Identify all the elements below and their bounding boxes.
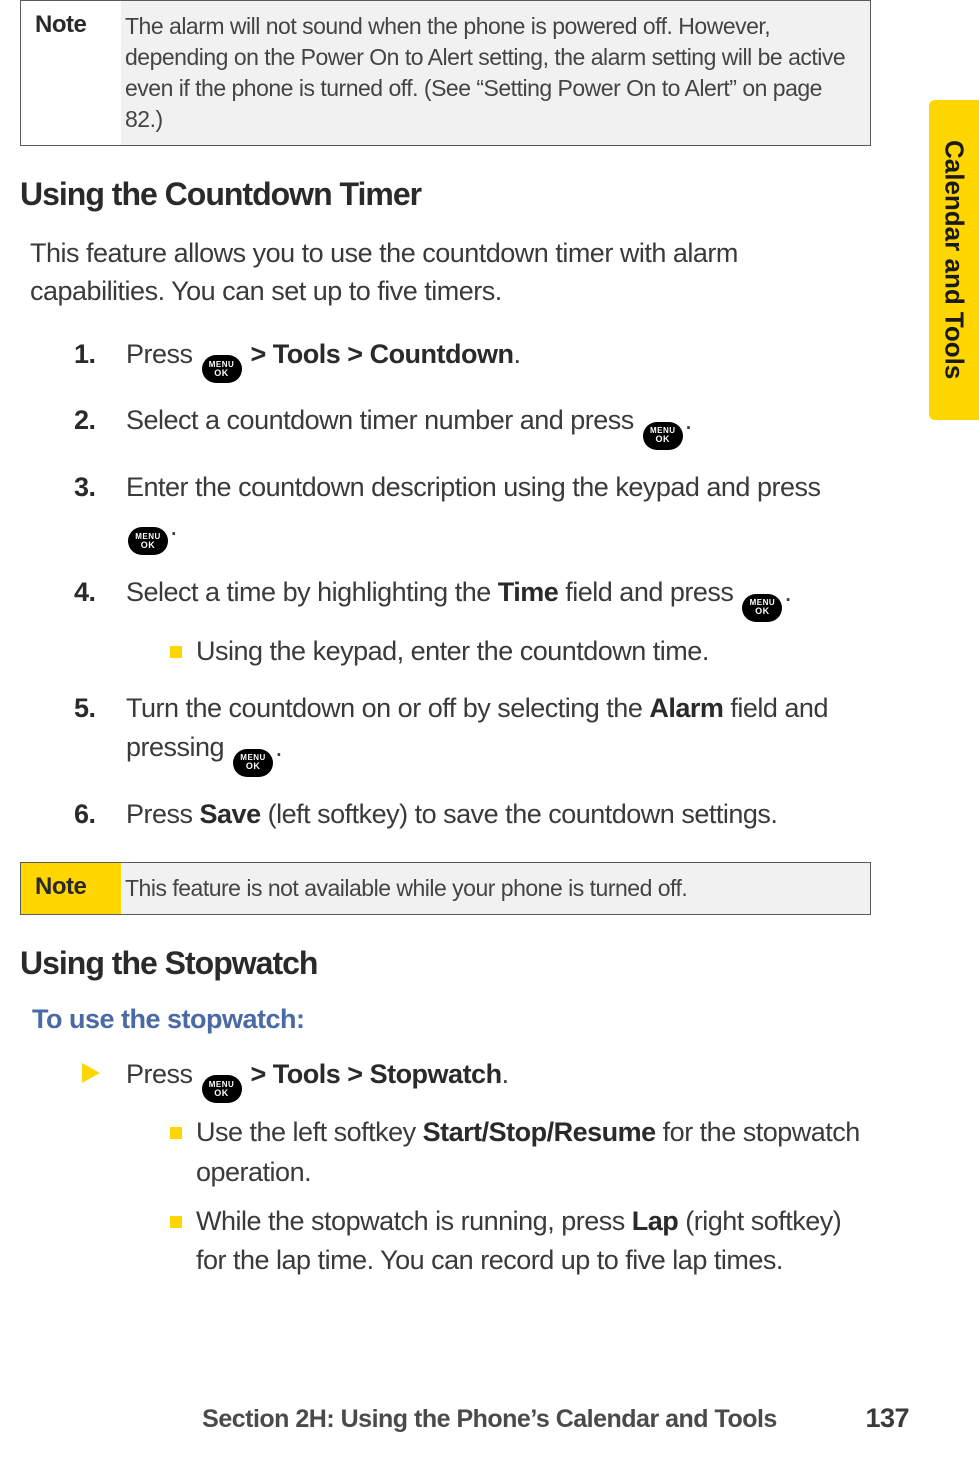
text: . [502,1059,509,1089]
text: Enter the countdown description using th… [126,472,820,502]
footer-text: Section 2H: Using the Phone’s Calendar a… [202,1405,777,1433]
side-tab-label: Calendar and Tools [939,140,970,379]
intro-countdown: This feature allows you to use the count… [30,235,861,311]
sub-item: While the stopwatch is running, press La… [170,1202,861,1280]
heading-stopwatch: Using the Stopwatch [20,945,951,982]
note-body: The alarm will not sound when the phone … [121,1,870,145]
arrow-step: Press MENUOK > Tools > Stopwatch. Use th… [78,1055,861,1280]
icon-bottom: OK [246,762,261,771]
bold-text: > Tools > Countdown [244,339,514,369]
sub-instruction-stopwatch: To use the stopwatch: [32,1004,951,1035]
text: Press [126,1059,200,1089]
step-5: Turn the countdown on or off by selectin… [74,689,861,777]
menu-ok-icon: MENUOK [202,355,242,383]
page-footer: Section 2H: Using the Phone’s Calendar a… [0,1405,979,1434]
text: field and press [558,577,740,607]
heading-countdown: Using the Countdown Timer [20,176,951,213]
sub-list-stopwatch: Use the left softkey Start/Stop/Resume f… [170,1113,861,1280]
text: Select a time by highlighting the [126,577,498,607]
menu-ok-icon: MENUOK [643,422,683,450]
sub-item: Use the left softkey Start/Stop/Resume f… [170,1113,861,1191]
icon-bottom: OK [141,541,156,550]
text: Select a countdown timer number and pres… [126,405,641,435]
note-box-alarm-power: Note The alarm will not sound when the p… [20,0,871,146]
note-box-unavailable: Note This feature is not available while… [20,862,871,915]
step-2: Select a countdown timer number and pres… [74,401,861,450]
text: Turn the countdown on or off by selectin… [126,693,649,723]
menu-ok-icon: MENUOK [233,749,273,777]
page-number: 137 [865,1403,909,1434]
step-6: Press Save (left softkey) to save the co… [74,795,861,834]
sub-item: Using the keypad, enter the countdown ti… [170,632,861,671]
note-label: Note [21,863,121,914]
text: Press [126,339,200,369]
icon-bottom: OK [755,607,770,616]
bold-text: Lap [632,1206,679,1236]
step-4: Select a time by highlighting the Time f… [74,573,861,671]
icon-bottom: OK [214,369,229,378]
text: . [784,577,791,607]
step-3: Enter the countdown description using th… [74,468,861,556]
icon-bottom: OK [214,1089,229,1098]
bold-text: Save [200,799,261,829]
sub-list: Using the keypad, enter the countdown ti… [170,632,861,671]
bold-text: > Tools > Stopwatch [244,1059,502,1089]
text: . [514,339,521,369]
step-1: Press MENUOK > Tools > Countdown. [74,335,861,384]
text: Use the left softkey [196,1117,423,1147]
text: . [170,511,177,541]
bold-text: Start/Stop/Resume [423,1117,656,1147]
text: (left softkey) to save the countdown set… [261,799,778,829]
text: . [275,732,282,762]
bold-text: Alarm [649,693,723,723]
icon-bottom: OK [656,435,671,444]
steps-list-countdown: Press MENUOK > Tools > Countdown. Select… [74,335,861,834]
side-tab: Calendar and Tools [929,100,979,420]
note-body: This feature is not available while your… [121,863,870,914]
menu-ok-icon: MENUOK [202,1075,242,1103]
bold-text: Time [498,577,559,607]
menu-ok-icon: MENUOK [742,594,782,622]
text: . [685,405,692,435]
menu-ok-icon: MENUOK [128,527,168,555]
text: Press [126,799,200,829]
note-label: Note [21,1,121,145]
text: While the stopwatch is running, press [196,1206,632,1236]
